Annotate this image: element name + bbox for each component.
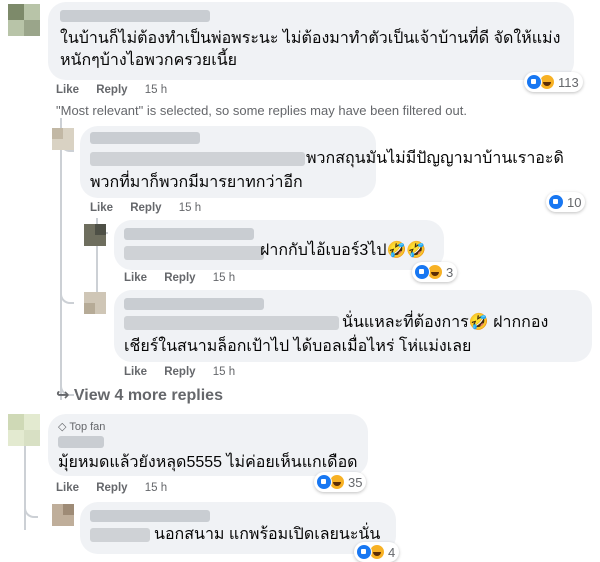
comment-bubble: ในบ้านก็ไม่ต้องทำเป็นพ่อพระนะ ไม่ต้องมาท…	[48, 2, 574, 80]
blurred-author-name[interactable]	[124, 298, 264, 310]
timestamp[interactable]: 15 h	[179, 202, 201, 214]
avatar[interactable]	[84, 224, 106, 246]
reaction-summary[interactable]: 4	[354, 542, 400, 562]
comment-bubble: พวกสถุนมันไม่มีปัญญามาบ้านเราอะดิ พวกที่…	[80, 126, 564, 198]
blurred-mention	[124, 316, 339, 330]
avatar[interactable]	[52, 504, 74, 526]
reply-button[interactable]: Reply	[96, 84, 127, 96]
comment-actions: Like Reply 15 h	[124, 272, 249, 284]
like-reaction-icon	[316, 474, 332, 490]
comment-text: นั่นแหละที่ต้องการ🤣 ฝากกอง	[342, 314, 549, 331]
comment-actions: Like Reply 15 h	[124, 366, 249, 378]
reaction-summary[interactable]: 35	[314, 472, 367, 492]
like-button[interactable]: Like	[90, 202, 113, 214]
reaction-count: 3	[446, 264, 454, 280]
like-button[interactable]: Like	[124, 366, 147, 378]
view-more-label: View 4 more replies	[73, 387, 223, 404]
reaction-count: 4	[388, 544, 396, 560]
thread-line	[24, 440, 26, 530]
comment-bubble: ◇ Top fan มุ้ยหมดแล้วยังหลุด5555 ไม่ค่อย…	[48, 414, 368, 476]
comment-bubble: ฝากกับไอ้เบอร์3ไป🤣🤣	[114, 220, 444, 270]
like-button[interactable]: Like	[56, 84, 79, 96]
thread-line	[60, 290, 74, 304]
reply-arrow-icon: ↪	[56, 387, 70, 404]
blurred-mention	[90, 528, 150, 542]
blurred-mention	[124, 246, 264, 260]
comment-actions: Like Reply 15 h	[56, 482, 181, 494]
like-button[interactable]: Like	[56, 482, 79, 494]
avatar[interactable]	[8, 414, 40, 446]
like-reaction-icon	[414, 264, 430, 280]
avatar[interactable]	[8, 4, 40, 36]
like-button[interactable]: Like	[124, 272, 147, 284]
comment-text: มุ้ยหมดแล้วยังหลุด5555 ไม่ค่อยเห็นแกเดือ…	[58, 454, 358, 471]
blurred-author-name[interactable]	[60, 10, 210, 22]
comment-actions: Like Reply 15 h	[56, 84, 181, 96]
view-more-replies-button[interactable]: ↪ View 4 more replies	[56, 385, 223, 405]
timestamp[interactable]: 15 h	[145, 84, 167, 96]
comment-text: ฝากกับไอ้เบอร์3ไป🤣🤣	[260, 242, 427, 259]
comment-actions: Like Reply 15 h	[90, 202, 215, 214]
filter-notice: "Most relevant" is selected, so some rep…	[56, 103, 467, 118]
comment-bubble: นอกสนาม แกพร้อมเปิดเลยนะนั่น	[80, 502, 396, 554]
blurred-author-name[interactable]	[124, 228, 254, 240]
timestamp[interactable]: 15 h	[145, 482, 167, 494]
blurred-author-name[interactable]	[90, 132, 200, 144]
reaction-count: 35	[348, 474, 363, 490]
reply-button[interactable]: Reply	[96, 482, 127, 494]
reaction-summary[interactable]: 113	[524, 72, 583, 92]
reaction-count: 113	[558, 74, 579, 90]
comment-bubble: นั่นแหละที่ต้องการ🤣 ฝากกอง เชียร์ในสนามล…	[114, 290, 592, 362]
reply-button[interactable]: Reply	[164, 272, 195, 284]
timestamp[interactable]: 15 h	[213, 272, 235, 284]
timestamp[interactable]: 15 h	[213, 366, 235, 378]
thread-line	[60, 118, 62, 400]
like-reaction-icon	[526, 74, 542, 90]
like-reaction-icon	[356, 544, 372, 560]
reaction-summary[interactable]: 3	[412, 262, 458, 282]
reply-button[interactable]: Reply	[164, 366, 195, 378]
reaction-summary[interactable]: 10	[546, 192, 586, 212]
blurred-mention	[90, 152, 305, 166]
comment-text: ในบ้านก็ไม่ต้องทำเป็นพ่อพระนะ ไม่ต้องมาท…	[60, 30, 561, 47]
like-reaction-icon	[548, 194, 564, 210]
comment-text: หนักๆบ้างไอพวกครวยเนี้ย	[60, 52, 238, 69]
thread-line	[24, 504, 38, 518]
reaction-count: 10	[567, 194, 582, 210]
comment-text: เชียร์ในสนามล็อกเป้าไป ได้บอลเมื่อไหร่ โ…	[124, 338, 472, 355]
reply-button[interactable]: Reply	[130, 202, 161, 214]
avatar[interactable]	[52, 128, 74, 150]
top-fan-badge: ◇ Top fan	[58, 421, 106, 433]
blurred-author-name[interactable]	[90, 510, 210, 522]
diamond-icon: ◇	[58, 421, 67, 433]
comment-text: นอกสนาม แกพร้อมเปิดเลยนะนั่น	[154, 526, 381, 543]
comment-text: พวกสถุนมันไม่มีปัญญามาบ้านเราอะดิ	[306, 150, 564, 167]
blurred-author-name[interactable]	[58, 436, 104, 448]
avatar[interactable]	[84, 292, 106, 314]
comment-text: พวกที่มาก็พวกมีมารยาทกว่าอีก	[90, 174, 303, 191]
